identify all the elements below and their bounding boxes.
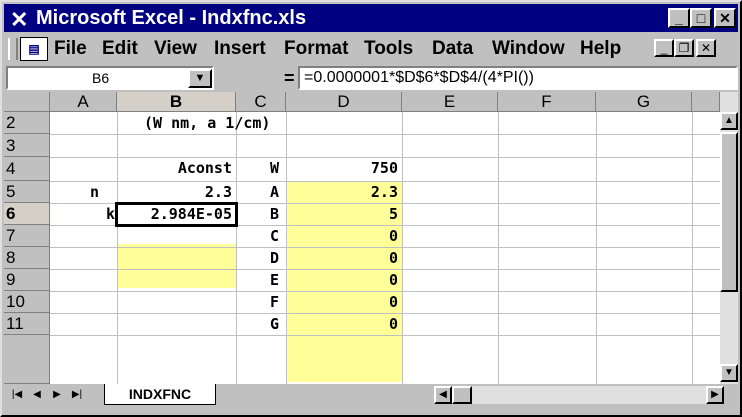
spreadsheet-grid[interactable]: A B C D E F G 2 3 4 5 6 7 8 9 10 11 (W n…	[4, 92, 720, 384]
sheet-tabs-bar: |◀ ◀ ▶ ▶| INDXFNC ◀ ▶	[4, 384, 738, 406]
scroll-thumb[interactable]	[720, 132, 738, 292]
row-header-2[interactable]: 2	[4, 112, 50, 134]
highlight-b5-b6	[117, 244, 236, 288]
column-header-h[interactable]	[692, 92, 720, 112]
row-header-6[interactable]: 6	[4, 203, 50, 225]
menu-window[interactable]: Window	[492, 34, 565, 64]
row-header-8[interactable]: 8	[4, 247, 50, 269]
row-header-9[interactable]: 9	[4, 269, 50, 291]
cell-d11[interactable]: 0	[288, 313, 398, 335]
column-header-f[interactable]: F	[498, 92, 596, 112]
gridline	[286, 112, 287, 384]
next-sheet-icon[interactable]: ▶	[48, 386, 66, 404]
cell-c7[interactable]: C	[270, 225, 279, 247]
select-all-corner[interactable]	[4, 92, 50, 112]
scroll-down-icon[interactable]: ▼	[720, 364, 738, 382]
menu-grip	[8, 38, 18, 60]
scroll-up-icon[interactable]: ▲	[720, 112, 738, 130]
menu-format[interactable]: Format	[284, 34, 348, 64]
cell-d7[interactable]: 0	[288, 225, 398, 247]
last-sheet-icon[interactable]: ▶|	[68, 386, 86, 404]
close-button[interactable]: ✕	[714, 8, 736, 28]
row-header-5[interactable]: 5	[4, 181, 50, 203]
prev-sheet-icon[interactable]: ◀	[28, 386, 46, 404]
doc-close-button[interactable]: ✕	[696, 39, 716, 57]
cell-d10[interactable]: 0	[288, 291, 398, 313]
sheet-tab-indxfnc[interactable]: INDXFNC	[104, 384, 216, 405]
excel-icon: ✕	[10, 7, 29, 32]
cell-c9[interactable]: E	[270, 269, 279, 291]
minimize-button[interactable]: _	[668, 8, 690, 28]
cell-c11[interactable]: G	[270, 313, 279, 335]
cell-c4[interactable]: W	[270, 157, 279, 179]
doc-minimize-button[interactable]: _	[654, 39, 674, 57]
gridline	[402, 112, 403, 384]
gridline	[50, 335, 720, 336]
menu-file[interactable]: File	[54, 34, 87, 64]
name-box[interactable]: B6 ▼	[6, 66, 214, 90]
column-header-d[interactable]: D	[286, 92, 402, 112]
row-header-blank	[4, 335, 50, 384]
column-header-e[interactable]: E	[402, 92, 498, 112]
formula-input[interactable]: =0.0000001*$D$6*$D$4/(4*PI())	[298, 66, 738, 90]
cell-b4[interactable]: Aconst	[154, 157, 232, 179]
row-header-3[interactable]: 3	[4, 134, 50, 157]
menu-bar: ▤ File Edit View Insert Format Tools Dat…	[4, 34, 738, 64]
cell-c5[interactable]: A	[270, 181, 279, 203]
row-header-10[interactable]: 10	[4, 291, 50, 313]
menu-view[interactable]: View	[154, 34, 197, 64]
menu-tools[interactable]: Tools	[364, 34, 413, 64]
menu-help[interactable]: Help	[580, 34, 621, 64]
hscroll-thumb[interactable]	[452, 386, 472, 404]
menu-insert[interactable]: Insert	[214, 34, 266, 64]
doc-restore-button[interactable]: ❐	[674, 39, 694, 57]
equals-button[interactable]: =	[284, 68, 295, 88]
formula-bar: B6 ▼ = =0.0000001*$D$6*$D$4/(4*PI())	[4, 66, 738, 90]
cell-a5[interactable]: n	[90, 181, 99, 203]
excel-window: ✕ Microsoft Excel - Indxfnc.xls _ □ ✕ ▤ …	[0, 0, 742, 417]
cell-b2[interactable]: (W nm, a 1/cm)	[144, 112, 270, 134]
cell-c8[interactable]: D	[270, 247, 279, 269]
cell-d6[interactable]: 5	[288, 203, 398, 225]
column-header-b[interactable]: B	[117, 92, 236, 112]
scroll-left-icon[interactable]: ◀	[434, 386, 452, 404]
first-sheet-icon[interactable]: |◀	[8, 386, 26, 404]
gridline	[50, 134, 720, 135]
title-bar[interactable]: ✕ Microsoft Excel - Indxfnc.xls _ □ ✕	[4, 4, 738, 32]
maximize-button[interactable]: □	[690, 8, 712, 28]
gridline	[117, 112, 118, 384]
cell-a6[interactable]: k	[106, 203, 115, 225]
column-header-a[interactable]: A	[50, 92, 117, 112]
gridline	[596, 112, 597, 384]
menu-data[interactable]: Data	[432, 34, 473, 64]
name-box-value: B6	[92, 70, 110, 86]
scroll-right-icon[interactable]: ▶	[706, 386, 724, 404]
cell-c10[interactable]: F	[270, 291, 279, 313]
menu-edit[interactable]: Edit	[102, 34, 138, 64]
row-header-11[interactable]: 11	[4, 313, 50, 335]
cell-d4[interactable]: 750	[288, 157, 398, 179]
cell-d5[interactable]: 2.3	[288, 181, 398, 203]
horizontal-scrollbar[interactable]: ◀ ▶	[434, 386, 724, 404]
row-header-7[interactable]: 7	[4, 225, 50, 247]
column-header-g[interactable]: G	[596, 92, 692, 112]
vertical-scrollbar[interactable]: ▲ ▼	[720, 92, 738, 384]
window-title: Microsoft Excel - Indxfnc.xls	[36, 7, 307, 29]
gridline	[236, 112, 237, 384]
column-header-c[interactable]: C	[236, 92, 286, 112]
workbook-icon[interactable]: ▤	[20, 37, 48, 61]
active-cell-border	[115, 202, 238, 227]
cell-b5[interactable]: 2.3	[154, 181, 232, 203]
cell-d9[interactable]: 0	[288, 269, 398, 291]
cell-d8[interactable]: 0	[288, 247, 398, 269]
gridline	[692, 112, 693, 384]
gridline	[498, 112, 499, 384]
chevron-down-icon[interactable]: ▼	[188, 69, 212, 88]
row-header-4[interactable]: 4	[4, 157, 50, 181]
cell-c6[interactable]: B	[270, 203, 279, 225]
